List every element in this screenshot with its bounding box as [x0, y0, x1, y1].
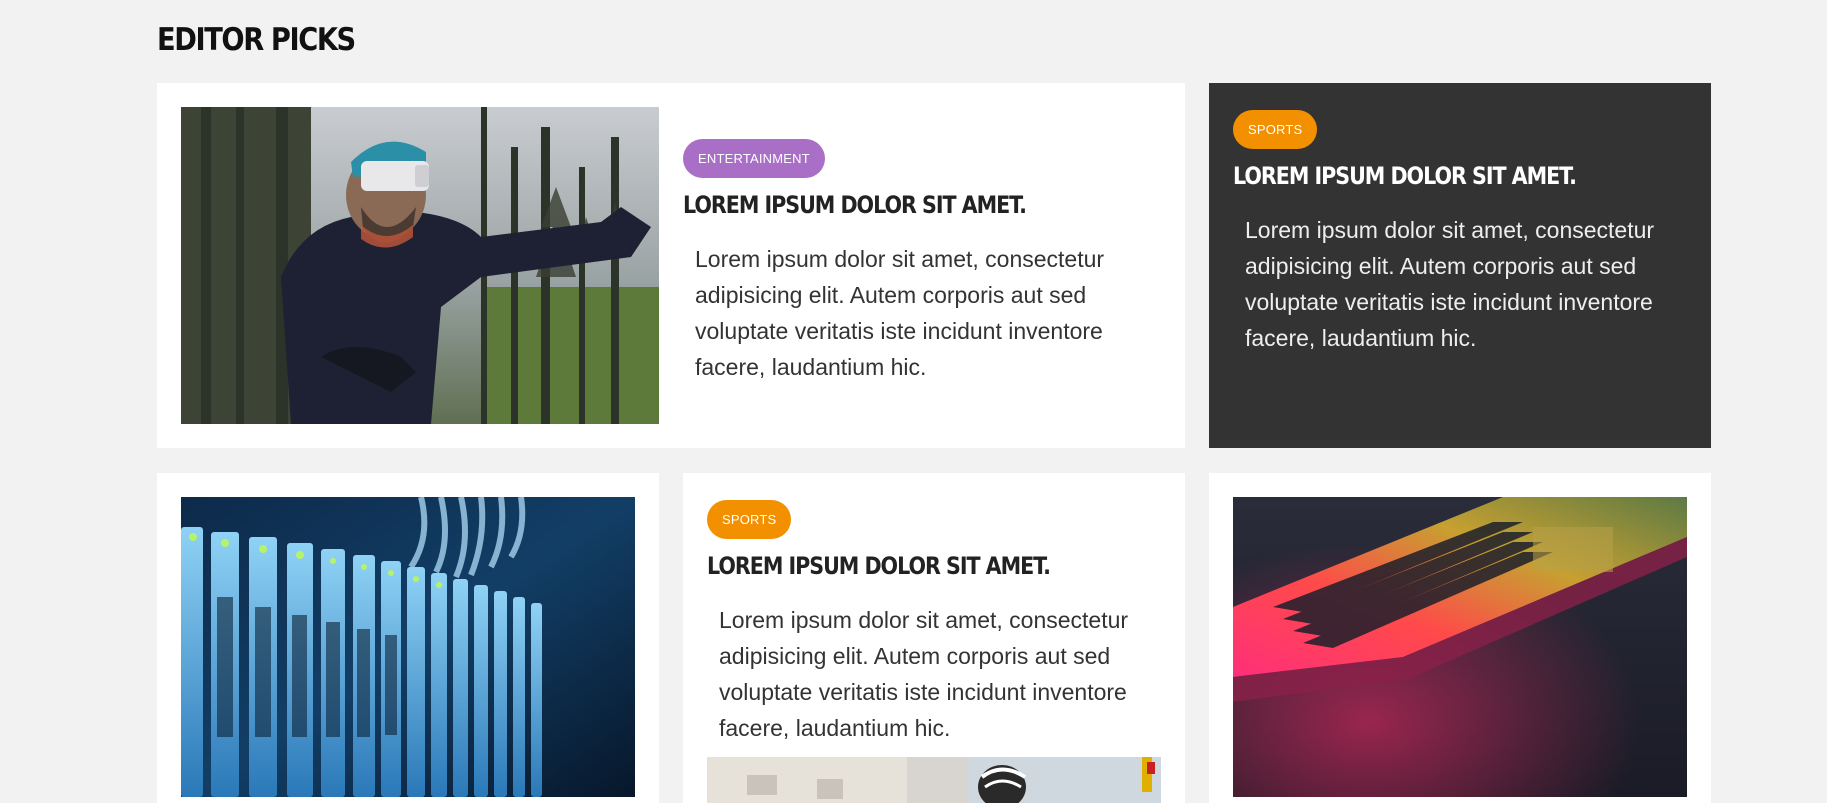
- card-excerpt: Lorem ipsum dolor sit amet, consectetur …: [695, 246, 1105, 380]
- card-excerpt: Lorem ipsum dolor sit amet, consectetur …: [719, 607, 1129, 741]
- editor-pick-card-3: [157, 473, 659, 803]
- vr-headset-image[interactable]: [181, 107, 659, 424]
- category-badge-entertainment[interactable]: ENTERTAINMENT: [683, 139, 825, 178]
- card-headline[interactable]: LOREM IPSUM DOLOR SIT AMET.: [1233, 162, 1577, 190]
- editor-pick-card-1: ENTERTAINMENT LOREM IPSUM DOLOR SIT AMET…: [157, 83, 1185, 448]
- card-excerpt: Lorem ipsum dolor sit amet, consectetur …: [1245, 217, 1655, 351]
- category-badge-sports[interactable]: SPORTS: [707, 500, 792, 539]
- card-headline[interactable]: LOREM IPSUM DOLOR SIT AMET.: [707, 552, 1051, 580]
- card-headline[interactable]: LOREM IPSUM DOLOR SIT AMET.: [683, 191, 1027, 219]
- editor-pick-card-5: [1209, 473, 1711, 803]
- editor-pick-card-4: SPORTS LOREM IPSUM DOLOR SIT AMET. Lorem…: [683, 473, 1185, 803]
- laptop-keyboard-image[interactable]: [1233, 497, 1687, 797]
- category-badge-sports[interactable]: SPORTS: [1233, 110, 1318, 149]
- editor-pick-card-2: SPORTS LOREM IPSUM DOLOR SIT AMET. Lorem…: [1209, 83, 1711, 448]
- cyclist-image[interactable]: [707, 757, 1161, 803]
- server-rack-image[interactable]: [181, 497, 635, 797]
- section-title: EDITOR PICKS: [157, 22, 356, 58]
